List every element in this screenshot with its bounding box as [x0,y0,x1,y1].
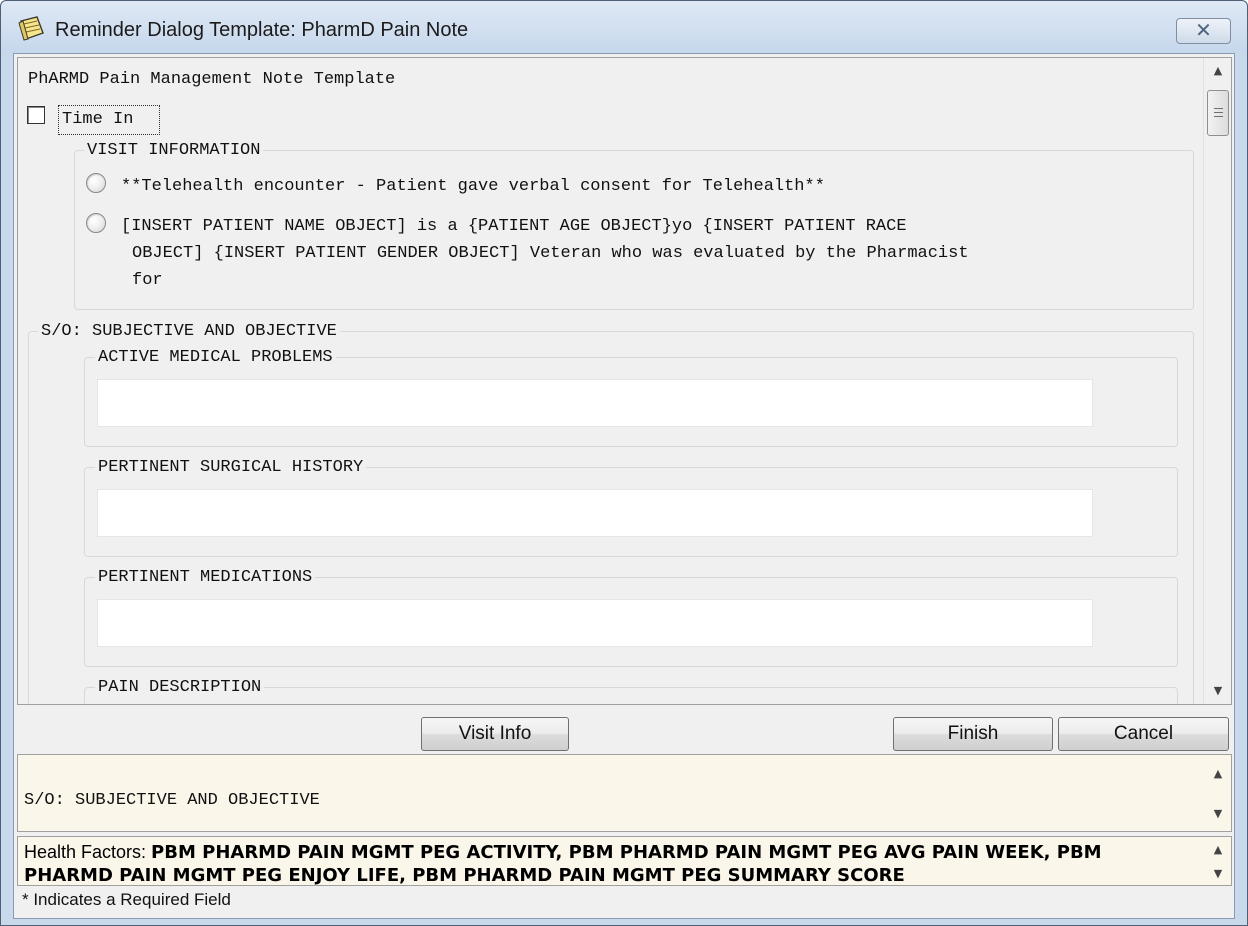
preview-scrollbar[interactable]: ▲ ▼ [1205,755,1231,831]
scroll-up-arrow-icon[interactable]: ▲ [1205,841,1231,859]
health-factors-scrollbar[interactable]: ▲ ▼ [1205,837,1231,885]
scroll-down-arrow-icon[interactable]: ▼ [1204,680,1231,702]
template-scrollbar[interactable]: ▲ ▼ [1203,58,1231,704]
pertinent-surgical-history-label: PERTINENT SURGICAL HISTORY [95,458,367,477]
title-bar[interactable]: Reminder Dialog Template: PharmD Pain No… [1,1,1247,53]
subjective-objective-label: S/O: SUBJECTIVE AND OBJECTIVE [38,322,340,341]
dialog-client-area: PhARMD Pain Management Note Template Tim… [13,53,1235,919]
required-field-note: * Indicates a Required Field [22,890,231,909]
time-in-label[interactable]: Time In [62,110,133,129]
scroll-up-arrow-icon[interactable]: ▲ [1205,763,1231,785]
patient-intro-radio[interactable] [86,213,106,233]
close-icon: ✕ [1195,18,1212,42]
cancel-button[interactable]: Cancel [1058,717,1229,751]
scroll-thumb[interactable] [1207,90,1229,136]
patient-intro-line-1[interactable]: [INSERT PATIENT NAME OBJECT] is a {PATIE… [121,217,907,236]
finish-button[interactable]: Finish [893,717,1053,751]
health-factors-values: PBM PHARMD PAIN MGMT PEG ACTIVITY, PBM P… [24,842,1102,886]
pertinent-medications-label: PERTINENT MEDICATIONS [95,568,316,587]
time-in-checkbox[interactable] [27,106,45,124]
note-pad-icon [18,16,44,41]
patient-intro-line-3[interactable]: for [132,271,163,290]
window-title: Reminder Dialog Template: PharmD Pain No… [55,19,469,41]
health-factors-label: Health Factors: [24,842,152,862]
pertinent-medications-field[interactable] [97,599,1093,647]
telehealth-radio[interactable] [86,173,106,193]
scroll-down-arrow-icon[interactable]: ▼ [1205,865,1231,883]
pain-description-label: PAIN DESCRIPTION [95,678,265,697]
dialog-window: Reminder Dialog Template: PharmD Pain No… [0,0,1248,926]
visit-information-label: VISIT INFORMATION [84,141,264,160]
active-medical-problems-label: ACTIVE MEDICAL PROBLEMS [95,348,336,367]
scroll-up-arrow-icon[interactable]: ▲ [1204,60,1231,82]
telehealth-option-text[interactable]: **Telehealth encounter - Patient gave ve… [121,177,825,196]
visit-info-button[interactable]: Visit Info [421,717,569,751]
template-header: PhARMD Pain Management Note Template [28,70,396,89]
template-scroll-area[interactable]: PhARMD Pain Management Note Template Tim… [17,57,1232,705]
close-button[interactable]: ✕ [1176,18,1231,44]
pertinent-surgical-history-field[interactable] [97,489,1093,537]
health-factors-pane[interactable]: Health Factors: PBM PHARMD PAIN MGMT PEG… [17,836,1232,886]
patient-intro-line-2[interactable]: OBJECT] {INSERT PATIENT GENDER OBJECT] V… [132,244,969,263]
health-factors-text: Health Factors: PBM PHARMD PAIN MGMT PEG… [24,841,1189,887]
preview-text: S/O: SUBJECTIVE AND OBJECTIVE [24,791,320,810]
scroll-down-arrow-icon[interactable]: ▼ [1205,803,1231,825]
active-medical-problems-field[interactable] [97,379,1093,427]
note-preview-pane[interactable]: S/O: SUBJECTIVE AND OBJECTIVE ▲ ▼ [17,754,1232,832]
